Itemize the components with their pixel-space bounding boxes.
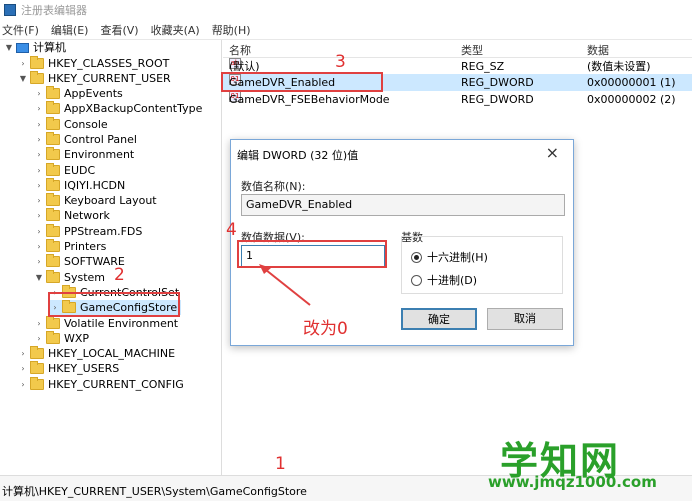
menu-view[interactable]: 查看(V)	[100, 22, 138, 38]
annotation-number-2: 2	[114, 265, 125, 285]
chevron-down-icon[interactable]: ▼	[4, 40, 14, 55]
chevron-right-icon[interactable]: ›	[18, 361, 28, 376]
menu-bar: 文件(F) 编辑(E) 查看(V) 收藏夹(A) 帮助(H)	[0, 20, 692, 40]
radio-hex[interactable]: 十六进制(H)	[411, 249, 488, 265]
tree-item[interactable]: › Keyboard Layout	[34, 193, 157, 208]
column-header-data[interactable]: 数据	[587, 42, 609, 58]
folder-icon	[46, 101, 60, 114]
tree-item[interactable]: › Network	[34, 208, 110, 223]
ok-button[interactable]: 确定	[401, 308, 477, 330]
folder-icon	[30, 56, 44, 69]
tree-item-system[interactable]: ▼ System	[34, 270, 105, 285]
menu-edit[interactable]: 编辑(E)	[51, 22, 89, 38]
chevron-right-icon[interactable]: ›	[34, 254, 44, 269]
folder-icon	[46, 239, 60, 252]
chevron-right-icon[interactable]: ›	[34, 178, 44, 193]
folder-icon	[46, 132, 60, 145]
radio-decimal[interactable]: 十进制(D)	[411, 272, 477, 288]
chevron-down-icon[interactable]: ▼	[34, 270, 44, 285]
tree-item[interactable]: › AppEvents	[34, 86, 123, 101]
folder-icon	[30, 71, 44, 84]
annotation-number-1: 1	[275, 454, 286, 474]
tree-item[interactable]: › Volatile Environment	[34, 316, 178, 331]
cancel-button[interactable]: 取消	[487, 308, 563, 330]
tree-item[interactable]: › WXP	[34, 331, 89, 346]
computer-icon	[16, 42, 29, 53]
title-bar: 注册表编辑器	[0, 0, 692, 20]
chevron-right-icon[interactable]: ›	[34, 193, 44, 208]
folder-icon	[46, 178, 60, 191]
list-header: 名称 类型 数据	[223, 40, 692, 58]
folder-icon	[46, 117, 60, 130]
folder-icon	[46, 193, 60, 206]
tree-item[interactable]: › SOFTWARE	[34, 254, 125, 269]
radio-checked-icon[interactable]	[411, 251, 422, 263]
chevron-right-icon[interactable]: ›	[34, 163, 44, 178]
folder-icon	[46, 270, 60, 283]
value-name-field: GameDVR_Enabled	[241, 194, 565, 216]
tree-item[interactable]: › Console	[34, 117, 108, 132]
chevron-right-icon[interactable]: ›	[18, 56, 28, 71]
tree-item[interactable]: › EUDC	[34, 163, 95, 178]
tree-item[interactable]: ▼ HKEY_CURRENT_USER	[18, 71, 171, 86]
tree-item[interactable]: › Printers	[34, 239, 106, 254]
folder-icon	[46, 208, 60, 221]
dialog-title: 编辑 DWORD (32 位)值	[237, 149, 359, 162]
chevron-right-icon[interactable]: ›	[18, 377, 28, 392]
tree-item[interactable]: › Environment	[34, 147, 134, 162]
radio-unchecked-icon[interactable]	[411, 274, 422, 286]
folder-icon	[46, 224, 60, 237]
tree-item[interactable]: › HKEY_CLASSES_ROOT	[18, 56, 169, 71]
regedit-icon	[4, 4, 16, 16]
folder-icon	[46, 316, 60, 329]
folder-icon	[46, 163, 60, 176]
folder-icon	[46, 147, 60, 160]
value-name-label: 数值名称(N):	[241, 180, 306, 193]
tree-item[interactable]: › IQIYI.HCDN	[34, 178, 125, 193]
chevron-right-icon[interactable]: ›	[34, 132, 44, 147]
tree-item[interactable]: › Control Panel	[34, 132, 137, 147]
folder-icon	[46, 254, 60, 267]
annotation-arrow	[259, 264, 311, 306]
annotation-box-key	[48, 292, 180, 317]
tree-item[interactable]: › AppXBackupContentType	[34, 101, 202, 116]
tree-item[interactable]: › HKEY_LOCAL_MACHINE	[18, 346, 175, 361]
chevron-right-icon[interactable]: ›	[18, 346, 28, 361]
chevron-right-icon[interactable]: ›	[34, 316, 44, 331]
column-header-type[interactable]: 类型	[461, 42, 483, 58]
folder-icon	[30, 377, 44, 390]
annotation-number-3: 3	[335, 52, 346, 72]
tree-item[interactable]: › HKEY_USERS	[18, 361, 119, 376]
menu-file[interactable]: 文件(F)	[2, 22, 39, 38]
chevron-right-icon[interactable]: ›	[34, 117, 44, 132]
folder-icon	[46, 86, 60, 99]
close-icon[interactable]: ×	[546, 143, 559, 162]
list-item[interactable]: 01 GameDVR_FSEBehaviorMode REG_DWORD 0x00…	[223, 91, 692, 108]
chevron-right-icon[interactable]: ›	[34, 331, 44, 346]
tree-item[interactable]: › HKEY_CURRENT_CONFIG	[18, 377, 184, 392]
menu-favorites[interactable]: 收藏夹(A)	[151, 22, 200, 38]
folder-icon	[30, 361, 44, 374]
registry-tree: ▼ 计算机 › HKEY_CLASSES_ROOT ▼ HKEY_CURRENT_US…	[0, 40, 222, 475]
folder-icon	[30, 346, 44, 359]
annotation-number-4: 4	[226, 220, 237, 240]
status-path: 计算机\HKEY_CURRENT_USER\System\GameConfigS…	[2, 485, 307, 498]
chevron-down-icon[interactable]: ▼	[18, 71, 28, 86]
chevron-right-icon[interactable]: ›	[34, 86, 44, 101]
tree-item[interactable]: › PPStream.FDS	[34, 224, 142, 239]
chevron-right-icon[interactable]: ›	[34, 101, 44, 116]
column-header-name[interactable]: 名称	[229, 42, 251, 58]
tree-item-computer[interactable]: ▼ 计算机	[4, 40, 66, 55]
window-title: 注册表编辑器	[21, 4, 87, 17]
chevron-right-icon[interactable]: ›	[34, 147, 44, 162]
annotation-change-text: 改为0	[303, 319, 348, 339]
chevron-right-icon[interactable]: ›	[34, 224, 44, 239]
folder-icon	[46, 331, 60, 344]
watermark-url: www.jmqz1000.com	[488, 473, 657, 491]
chevron-right-icon[interactable]: ›	[34, 239, 44, 254]
annotation-box-value	[221, 72, 383, 92]
chevron-right-icon[interactable]: ›	[34, 208, 44, 223]
menu-help[interactable]: 帮助(H)	[212, 22, 251, 38]
